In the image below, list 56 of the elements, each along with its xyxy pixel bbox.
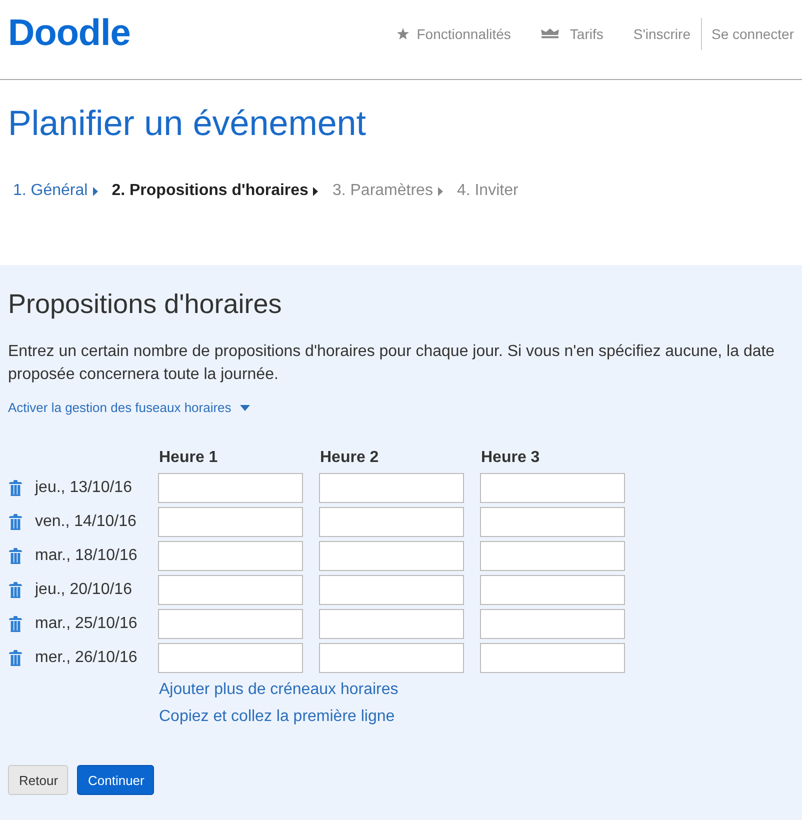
star-icon: [396, 28, 409, 40]
crown-icon: [540, 28, 559, 39]
time-input[interactable]: [480, 575, 625, 605]
back-button[interactable]: Retour: [8, 765, 68, 795]
nav-link[interactable]: S'inscrire: [633, 18, 690, 50]
logo[interactable]: Doodle: [8, 12, 130, 52]
trash-icon[interactable]: [9, 548, 22, 564]
continue-button[interactable]: Continuer: [77, 765, 154, 795]
time-input[interactable]: [319, 541, 464, 571]
time-input[interactable]: [480, 609, 625, 639]
time-input[interactable]: [480, 473, 625, 503]
timezone-link[interactable]: Activer la gestion des fuseaux horaires: [8, 399, 232, 416]
step-link[interactable]: 3. Paramètres: [332, 180, 433, 202]
trash-icon[interactable]: [9, 650, 22, 666]
date-label: ven., 14/10/16: [35, 512, 136, 532]
arrow-icon: [438, 186, 443, 196]
column-header: Heure 1: [158, 448, 219, 468]
column-header: Heure 3: [480, 448, 541, 468]
time-input[interactable]: [158, 473, 303, 503]
date-label: jeu., 20/10/16: [35, 580, 132, 600]
caret-icon[interactable]: [240, 404, 250, 410]
time-input[interactable]: [158, 541, 303, 571]
time-input[interactable]: [158, 575, 303, 605]
trash-icon[interactable]: [9, 616, 22, 632]
step-link[interactable]: 4. Inviter: [456, 180, 518, 202]
time-input[interactable]: [480, 541, 625, 571]
trash-icon[interactable]: [9, 480, 22, 496]
time-input[interactable]: [158, 609, 303, 639]
arrow-icon: [92, 186, 98, 196]
time-input[interactable]: [480, 507, 625, 537]
arrow-icon: [313, 186, 318, 196]
date-label: mer., 26/10/16: [35, 648, 138, 668]
step-link[interactable]: 1. Général: [13, 180, 88, 202]
description-text: Entrez un certain nombre de propositions d'horaires pour chaque jour. Si vous n'en spécifiez aucune, la date proposée concernera toute la journée.: [8, 342, 776, 385]
action-link[interactable]: Ajouter plus de créneaux horaires: [159, 679, 398, 701]
page-title: Planifier un événement: [8, 104, 367, 144]
date-label: mar., 25/10/16: [35, 614, 138, 634]
trash-icon[interactable]: [9, 514, 22, 530]
nav-link[interactable]: Tarifs: [540, 18, 604, 50]
time-input[interactable]: [319, 473, 464, 503]
step-link[interactable]: 2. Propositions d'horaires: [112, 180, 308, 202]
nav-link[interactable]: Fonctionnalités: [396, 18, 511, 50]
time-input[interactable]: [319, 507, 464, 537]
time-input[interactable]: [319, 575, 464, 605]
action-link[interactable]: Copiez et collez la première ligne: [159, 706, 395, 728]
time-input[interactable]: [158, 643, 303, 673]
date-label: jeu., 13/10/16: [35, 478, 132, 498]
time-input[interactable]: [319, 643, 464, 673]
time-input[interactable]: [158, 507, 303, 537]
nav-link[interactable]: Se connecter: [700, 18, 794, 50]
section-title: Propositions d'horaires: [8, 288, 283, 321]
time-input[interactable]: [319, 609, 464, 639]
trash-icon[interactable]: [9, 582, 22, 598]
date-label: mar., 18/10/16: [35, 546, 138, 566]
time-input[interactable]: [480, 643, 625, 673]
column-header: Heure 2: [319, 448, 380, 468]
